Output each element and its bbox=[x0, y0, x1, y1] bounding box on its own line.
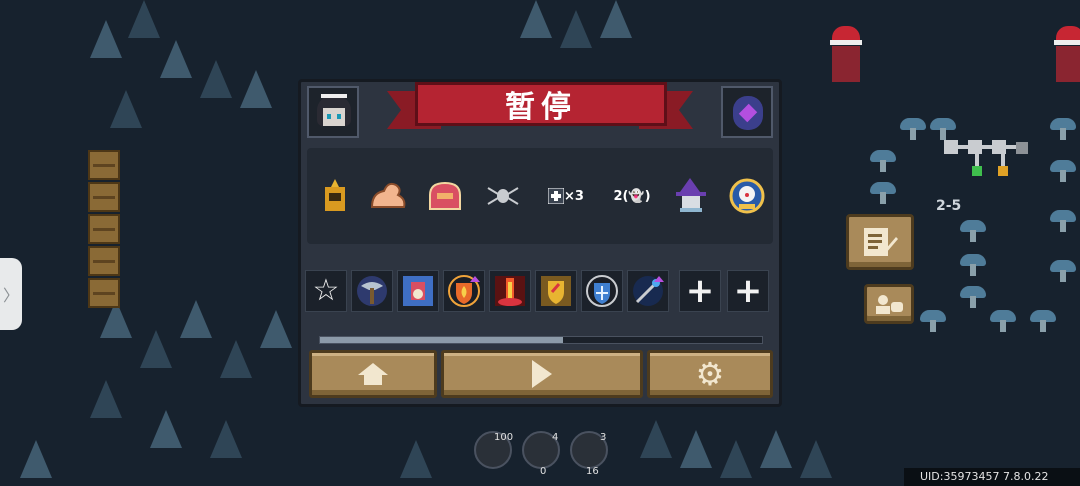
tree bbox=[720, 440, 752, 478]
ghost-buff[interactable]: 2(👻) bbox=[607, 176, 657, 216]
pause-title: 暂停 bbox=[415, 82, 667, 126]
mushroom bbox=[990, 310, 1016, 332]
santa-enemy bbox=[822, 26, 868, 86]
mushroom bbox=[1030, 310, 1056, 332]
mushroom bbox=[900, 118, 926, 140]
tree bbox=[520, 0, 552, 38]
gold-shield-skill-icon[interactable] bbox=[535, 270, 577, 312]
gear-icon: ⚙ bbox=[695, 355, 725, 393]
buff-list: ×3 2(👻) bbox=[307, 148, 773, 244]
staff-skill-icon[interactable] bbox=[627, 270, 669, 312]
chevron-right-icon: 〉 bbox=[2, 286, 19, 305]
settings-button[interactable]: ⚙ bbox=[647, 350, 773, 398]
fire-shield-skill-icon[interactable] bbox=[443, 270, 485, 312]
multiplier-buff[interactable]: ×3 bbox=[541, 176, 591, 216]
home-button[interactable] bbox=[309, 350, 437, 398]
pet-portrait[interactable] bbox=[721, 86, 773, 138]
resource-count: 16 bbox=[586, 466, 599, 477]
tree bbox=[110, 90, 142, 128]
tree bbox=[200, 60, 232, 98]
shield-helmet-buff-icon[interactable] bbox=[425, 176, 465, 216]
tree bbox=[800, 440, 832, 478]
tree bbox=[560, 10, 592, 48]
fire-pillar-skill-icon[interactable] bbox=[489, 270, 531, 312]
santa-enemy bbox=[1046, 26, 1080, 86]
tree bbox=[150, 410, 182, 448]
character-portrait[interactable] bbox=[307, 86, 359, 138]
pause-panel: 暂停 ×3 2(👻) ☆ + + ⚙ bbox=[298, 79, 782, 407]
muscle-arm-buff-icon[interactable] bbox=[369, 176, 409, 216]
resource-count: 0 bbox=[540, 466, 547, 477]
progress-fill bbox=[320, 337, 564, 343]
star-slot[interactable]: ☆ bbox=[305, 270, 347, 312]
mushroom bbox=[1050, 210, 1076, 232]
star-icon: ☆ bbox=[312, 273, 340, 308]
tree bbox=[600, 0, 632, 38]
axe-skill-icon[interactable] bbox=[351, 270, 393, 312]
tree bbox=[760, 430, 792, 468]
tree bbox=[90, 380, 122, 418]
buff-ghost-text: 2(👻) bbox=[613, 188, 651, 204]
tree bbox=[140, 330, 172, 368]
tree bbox=[20, 440, 52, 478]
mushroom bbox=[1050, 160, 1076, 182]
tree bbox=[90, 20, 122, 58]
wooden-crate bbox=[88, 182, 120, 212]
empty-slot[interactable]: + bbox=[679, 270, 721, 312]
play-icon bbox=[532, 360, 552, 388]
tree bbox=[680, 430, 712, 468]
uid-version-label: UID:35973457 7.8.0.22 bbox=[904, 468, 1080, 486]
id-card-icon bbox=[876, 295, 903, 314]
resource-count: 3 bbox=[600, 432, 607, 443]
progress-bar bbox=[319, 336, 763, 344]
mushroom bbox=[870, 150, 896, 172]
golden-helmet-buff-icon[interactable] bbox=[315, 176, 355, 216]
mushroom bbox=[920, 310, 946, 332]
resource-count: 4 bbox=[552, 432, 559, 443]
home-icon bbox=[358, 363, 388, 385]
mushroom bbox=[1050, 118, 1076, 140]
wooden-crate bbox=[88, 278, 120, 308]
ice-shield-skill-icon[interactable] bbox=[581, 270, 623, 312]
clown-badge-buff-icon[interactable] bbox=[727, 176, 767, 216]
tree bbox=[640, 420, 672, 458]
resume-button[interactable] bbox=[441, 350, 643, 398]
wooden-crate bbox=[88, 246, 120, 276]
wizard-buff-icon[interactable] bbox=[671, 176, 711, 216]
profile-card-button[interactable] bbox=[864, 284, 914, 324]
tree bbox=[400, 440, 432, 478]
resource-count: 100 bbox=[494, 432, 514, 443]
tree bbox=[160, 40, 192, 78]
mushroom bbox=[960, 254, 986, 276]
notes-button[interactable] bbox=[846, 214, 914, 270]
plus-icon: + bbox=[685, 271, 715, 311]
edit-note-icon bbox=[864, 228, 898, 256]
mushroom bbox=[960, 286, 986, 308]
mushroom bbox=[1050, 260, 1076, 282]
wooden-crate bbox=[88, 214, 120, 244]
tree bbox=[210, 420, 242, 458]
minimap bbox=[944, 140, 1028, 176]
spider-buff-icon[interactable] bbox=[483, 176, 523, 216]
tree bbox=[180, 300, 212, 338]
mushroom bbox=[870, 182, 896, 204]
mushroom bbox=[960, 220, 986, 242]
tree bbox=[220, 340, 252, 378]
empty-slot[interactable]: + bbox=[727, 270, 769, 312]
level-indicator: 2-5 bbox=[936, 198, 962, 214]
tree bbox=[260, 310, 292, 348]
tree bbox=[128, 0, 160, 38]
side-drawer-tab[interactable]: 〉 bbox=[0, 258, 22, 330]
plus-icon: + bbox=[733, 271, 763, 311]
buff-multiplier-text: ×3 bbox=[564, 188, 584, 204]
wooden-crate bbox=[88, 150, 120, 180]
tree bbox=[240, 70, 272, 108]
weapon-skill-icon[interactable] bbox=[397, 270, 439, 312]
